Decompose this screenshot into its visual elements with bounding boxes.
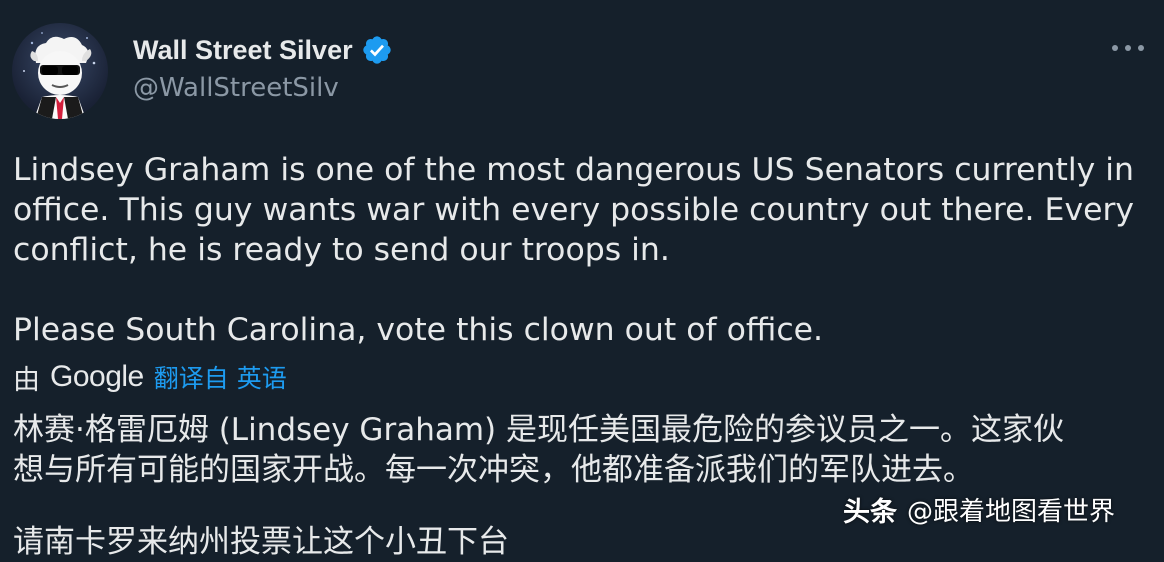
author-handle[interactable]: @WallStreetSilv (133, 73, 339, 103)
author-display-name[interactable]: Wall Street Silver (133, 35, 353, 66)
translation-attribution: 由 Google 翻译自 英语 (13, 357, 287, 397)
wall-street-bets-mascot-avatar-icon (23, 32, 96, 119)
watermark: 头条 @跟着地图看世界 (843, 487, 1115, 531)
verified-badge-icon (362, 36, 391, 64)
translated-text-line: 想与所有可能的国家开战。每一次冲突，他都准备派我们的军队进去。 (13, 452, 974, 488)
tweet-text-line: Lindsey Graham is one of the most danger… (13, 152, 1134, 188)
tweet-text-line: office. This guy wants war with every po… (13, 192, 1135, 228)
translated-by-label: 由 (13, 364, 40, 396)
watermark-logo: 头条 (843, 496, 897, 528)
watermark-account: @跟着地图看世界 (907, 496, 1116, 527)
translated-text: 林赛·格雷厄姆 (Lindsey Graham) 是现任美国最危险的参议员之一。… (13, 410, 1153, 562)
tweet-text-line: Please South Carolina, vote this clown o… (13, 312, 824, 348)
translated-text-line: 林赛·格雷厄姆 (Lindsey Graham) 是现任美国最危险的参议员之一。… (13, 412, 1064, 448)
more-horizontal-icon[interactable] (1112, 38, 1144, 58)
author-name-row[interactable]: Wall Street Silver (133, 33, 393, 67)
tweet-text: Lindsey Graham is one of the most danger… (13, 150, 1135, 350)
translated-from-link[interactable]: 翻译自 英语 (154, 359, 287, 395)
avatar[interactable] (12, 23, 108, 119)
tweet-text-line: conflict, he is ready to send our troops… (13, 232, 670, 268)
google-logo: Google (50, 360, 144, 393)
